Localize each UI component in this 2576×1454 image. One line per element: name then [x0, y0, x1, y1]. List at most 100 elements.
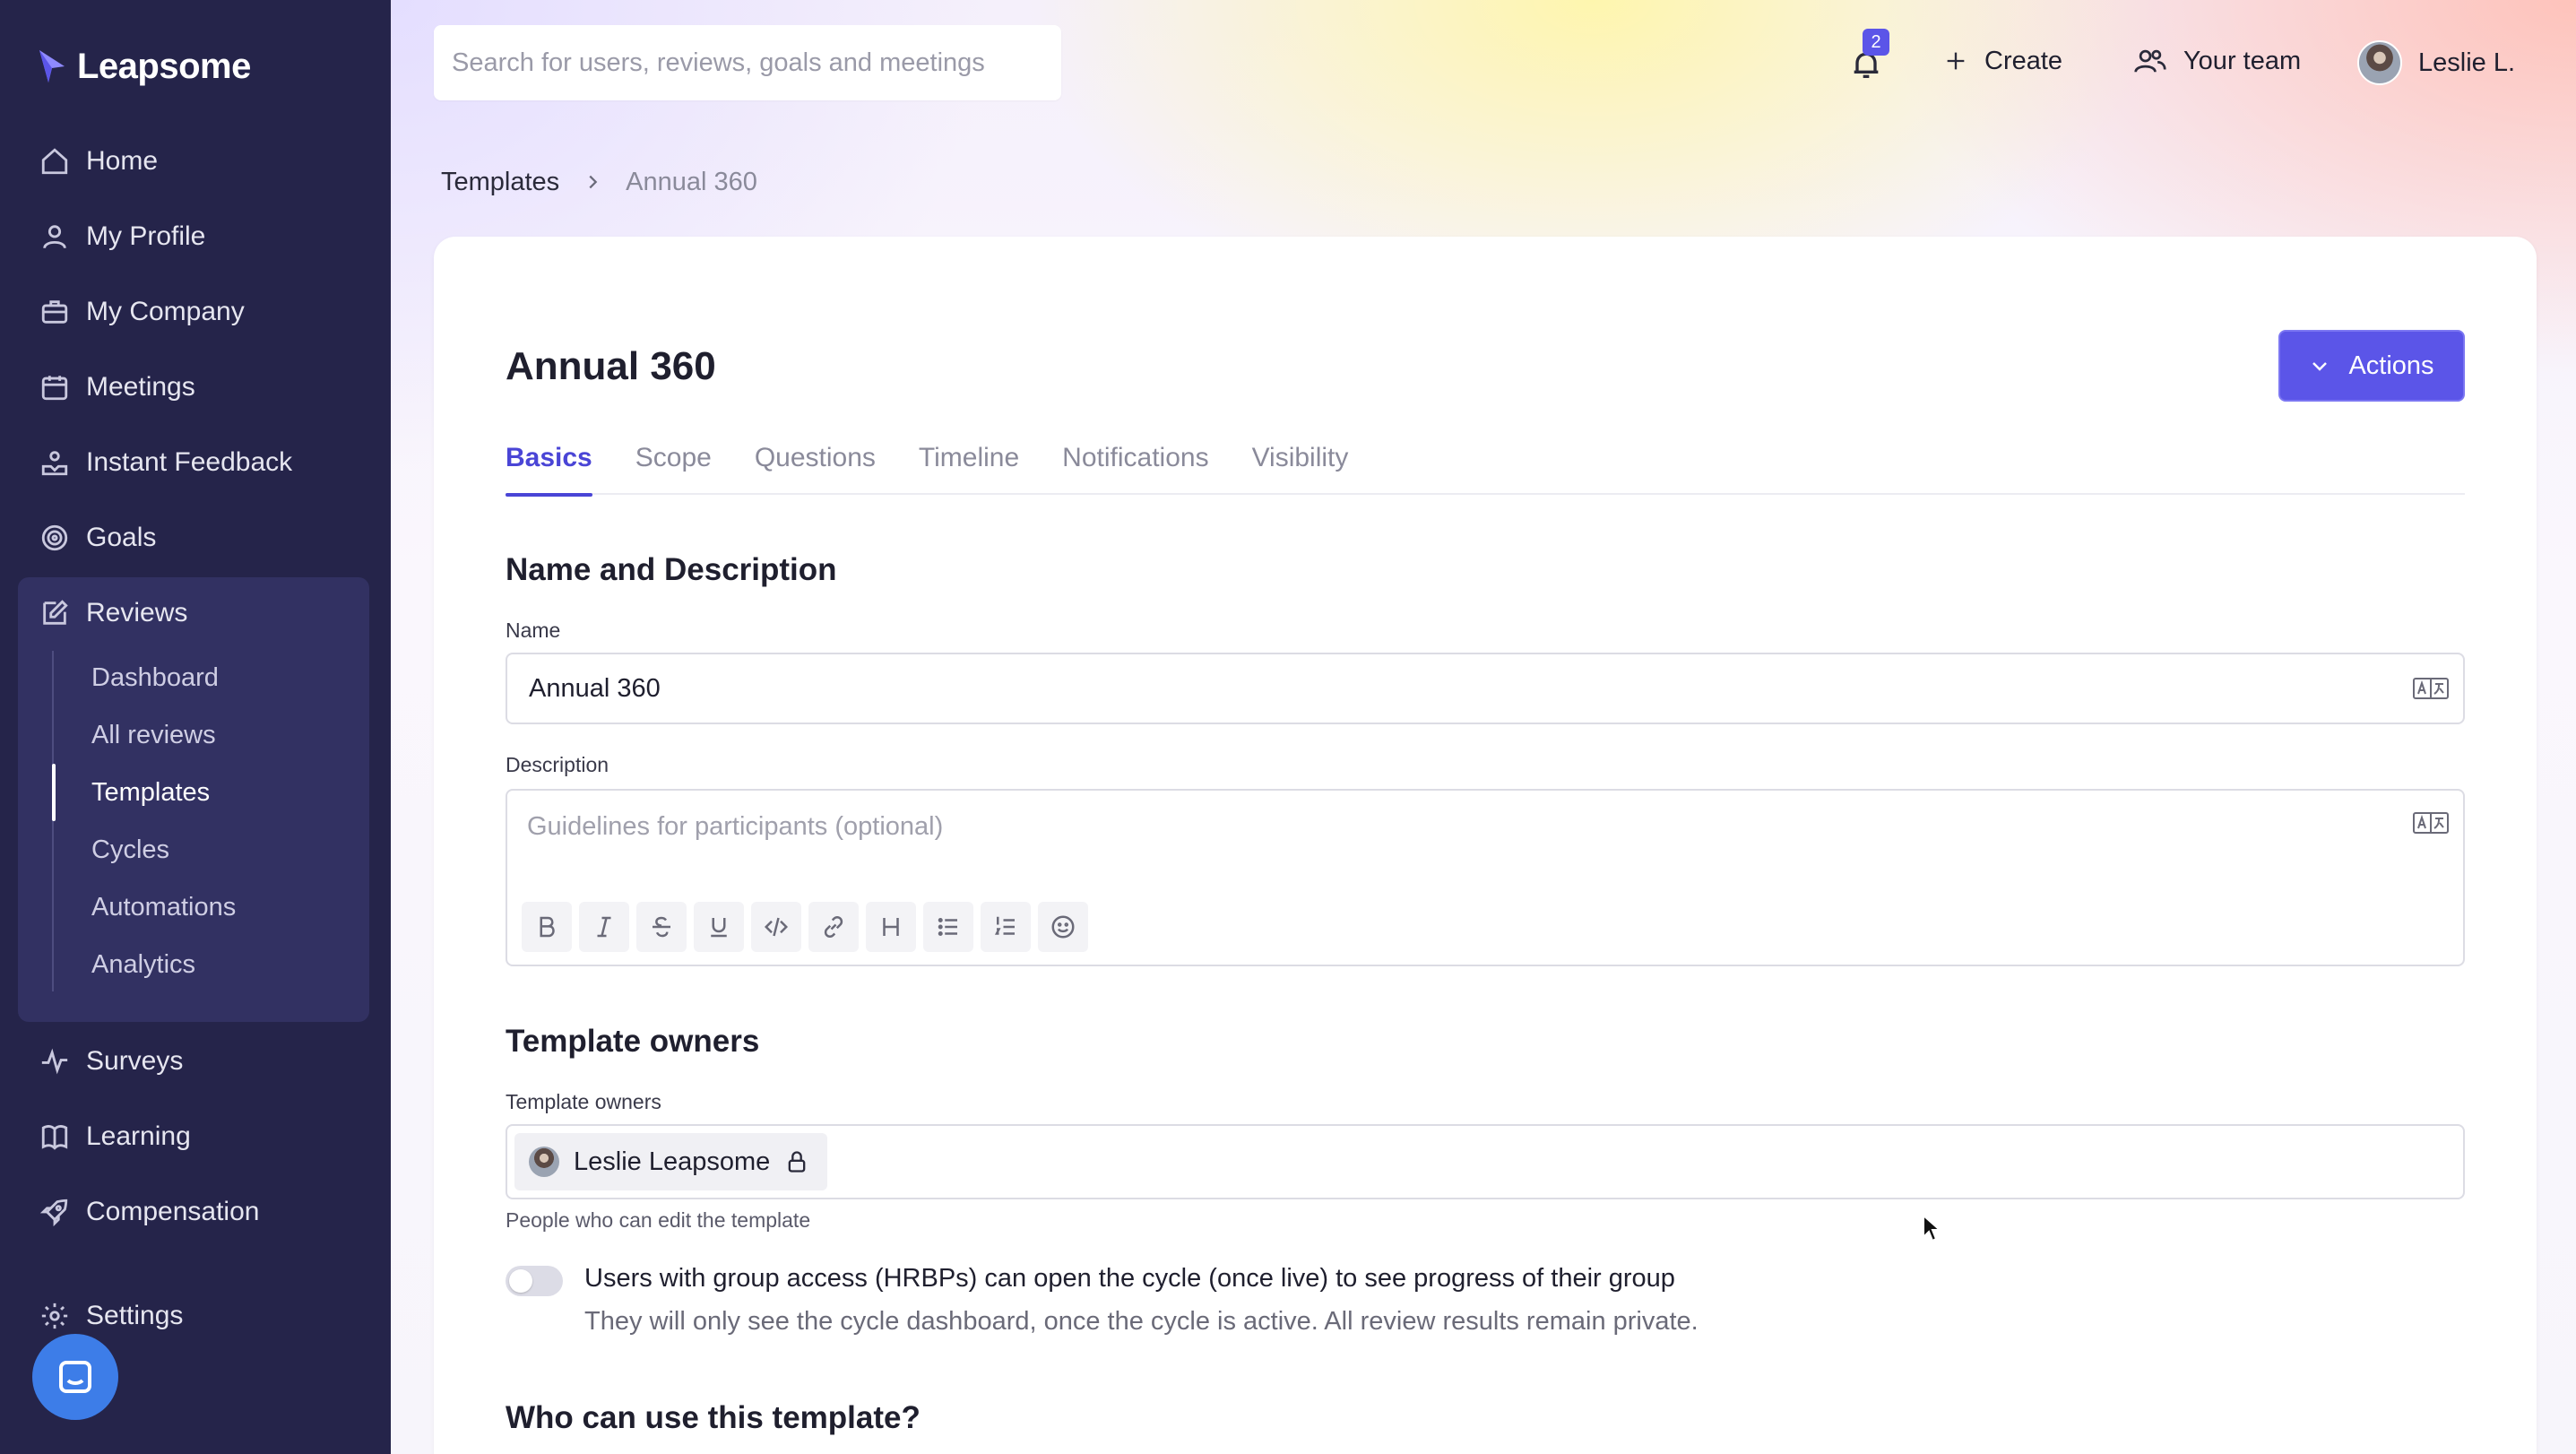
sidebar-item-home[interactable]: Home	[39, 136, 158, 186]
code-button[interactable]	[751, 902, 801, 952]
sidebar-item-label: Instant Feedback	[86, 447, 293, 477]
numbered-list-button[interactable]	[981, 902, 1031, 952]
chat-icon	[59, 1361, 91, 1393]
template-owners-heading: Template owners	[506, 1024, 760, 1059]
owner-chip[interactable]: Leslie Leapsome	[514, 1133, 828, 1190]
tab-timeline[interactable]: Timeline	[919, 432, 1019, 495]
heading-button[interactable]	[866, 902, 916, 952]
book-icon	[41, 1125, 68, 1150]
rocket-icon	[39, 1199, 68, 1227]
sidebar-item-label: My Profile	[86, 221, 206, 251]
heading-icon	[883, 918, 899, 936]
description-editor[interactable]: Guidelines for participants (optional)	[506, 789, 2465, 966]
tab-basics[interactable]: Basics	[506, 432, 592, 497]
sidebar-subitem-cycles[interactable]: Cycles	[91, 827, 169, 873]
main-area: Search for users, reviews, goals and mee…	[391, 0, 2576, 1454]
submenu-divider	[52, 651, 54, 991]
avatar	[2357, 40, 2402, 85]
your-team-button[interactable]: Your team	[2133, 36, 2301, 86]
breadcrumb-templates[interactable]: Templates	[441, 168, 559, 197]
link-button[interactable]	[808, 902, 859, 952]
name-description-heading: Name and Description	[506, 552, 837, 587]
sidebar-item-instant-feedback[interactable]: Instant Feedback	[39, 437, 292, 488]
sidebar-item-label: Learning	[86, 1121, 191, 1151]
submenu-active-indicator	[52, 764, 56, 821]
tab-questions[interactable]: Questions	[755, 432, 876, 495]
support-chat-button[interactable]	[32, 1334, 118, 1420]
code-icon	[764, 917, 789, 937]
your-team-label: Your team	[2183, 46, 2302, 75]
actions-button[interactable]: Actions	[2278, 330, 2465, 402]
sidebar-item-label: Surveys	[86, 1046, 184, 1076]
strikethrough-button[interactable]	[636, 902, 687, 952]
sidebar-subitem-automations[interactable]: Automations	[91, 884, 236, 930]
sidebar-subitem-all-reviews[interactable]: All reviews	[91, 712, 216, 758]
tab-scope[interactable]: Scope	[635, 432, 712, 495]
sidebar-subitem-label: Templates	[91, 777, 211, 807]
template-usage-heading: Who can use this template?	[506, 1400, 921, 1435]
leapsome-logo-icon	[39, 50, 65, 82]
tab-visibility[interactable]: Visibility	[1252, 432, 1349, 495]
sidebar-item-label: Reviews	[86, 598, 188, 627]
name-field[interactable]: Annual 360	[506, 653, 2465, 724]
group-access-description: They will only see the cycle dashboard, …	[584, 1307, 1699, 1336]
sidebar-item-goals[interactable]: Goals	[39, 513, 156, 563]
search-input[interactable]: Search for users, reviews, goals and mee…	[434, 25, 1061, 100]
notifications-badge: 2	[1863, 29, 1889, 56]
actions-label: Actions	[2348, 351, 2434, 380]
page-title: Annual 360	[506, 344, 716, 388]
bold-icon	[540, 916, 555, 938]
link-icon	[824, 915, 843, 939]
target-icon	[41, 524, 68, 551]
sidebar-item-label: Compensation	[86, 1197, 260, 1226]
sidebar-item-meetings[interactable]: Meetings	[39, 362, 195, 412]
bullet-list-icon	[938, 918, 957, 936]
sidebar-item-compensation[interactable]: Compensation	[39, 1187, 259, 1237]
sidebar-subitem-label: Automations	[91, 892, 237, 922]
app-logo[interactable]: Leapsome	[36, 41, 251, 91]
user-icon	[43, 225, 66, 249]
sidebar-item-reviews[interactable]: Reviews	[39, 588, 187, 638]
emoji-button[interactable]	[1038, 902, 1088, 952]
group-access-toggle[interactable]	[506, 1266, 563, 1296]
sidebar-item-learning[interactable]: Learning	[39, 1112, 191, 1162]
create-button[interactable]: Create	[1943, 36, 2062, 86]
sidebar-subitem-analytics[interactable]: Analytics	[91, 941, 195, 988]
description-label: Description	[506, 753, 609, 776]
italic-button[interactable]	[579, 902, 629, 952]
emoji-icon	[1051, 915, 1075, 939]
sidebar-item-label: My Company	[86, 297, 245, 326]
mouse-cursor-icon	[1923, 1214, 1942, 1242]
sidebar-item-surveys[interactable]: Surveys	[39, 1036, 183, 1086]
chevron-right-icon	[589, 175, 598, 189]
lock-icon	[788, 1151, 806, 1173]
sidebar: Leapsome Home My Profile My Company Meet…	[0, 0, 391, 1454]
translate-icon[interactable]	[2413, 676, 2449, 701]
bold-button[interactable]	[522, 902, 572, 952]
sidebar-item-label: Goals	[86, 523, 157, 552]
edit-icon	[43, 600, 68, 625]
underline-button[interactable]	[694, 902, 744, 952]
owner-name: Leslie Leapsome	[574, 1147, 771, 1176]
feedback-icon	[41, 451, 68, 476]
translate-icon[interactable]	[2413, 810, 2449, 835]
tab-bar: Basics Scope Questions Timeline Notifica…	[506, 432, 2465, 497]
underline-icon	[711, 918, 727, 938]
user-menu[interactable]: Leslie L.	[2357, 39, 2515, 86]
sidebar-subitem-label: Cycles	[91, 835, 170, 864]
template-owners-field[interactable]: Leslie Leapsome	[506, 1124, 2465, 1199]
bullet-list-button[interactable]	[923, 902, 973, 952]
team-icon	[2134, 49, 2166, 73]
sidebar-subitem-label: Dashboard	[91, 662, 219, 692]
sidebar-subitem-dashboard[interactable]: Dashboard	[91, 654, 219, 701]
italic-icon	[597, 916, 611, 938]
tab-notifications[interactable]: Notifications	[1062, 432, 1208, 495]
sidebar-item-settings[interactable]: Settings	[39, 1291, 183, 1341]
sidebar-subitem-templates[interactable]: Templates	[91, 769, 210, 816]
sidebar-item-my-profile[interactable]: My Profile	[39, 212, 205, 262]
description-placeholder: Guidelines for participants (optional)	[527, 812, 944, 841]
app-name: Leapsome	[77, 46, 251, 86]
template-owners-label: Template owners	[506, 1090, 661, 1113]
sidebar-item-my-company[interactable]: My Company	[39, 287, 245, 337]
template-card: Annual 360 Actions Basics Scope Question…	[434, 237, 2537, 1454]
